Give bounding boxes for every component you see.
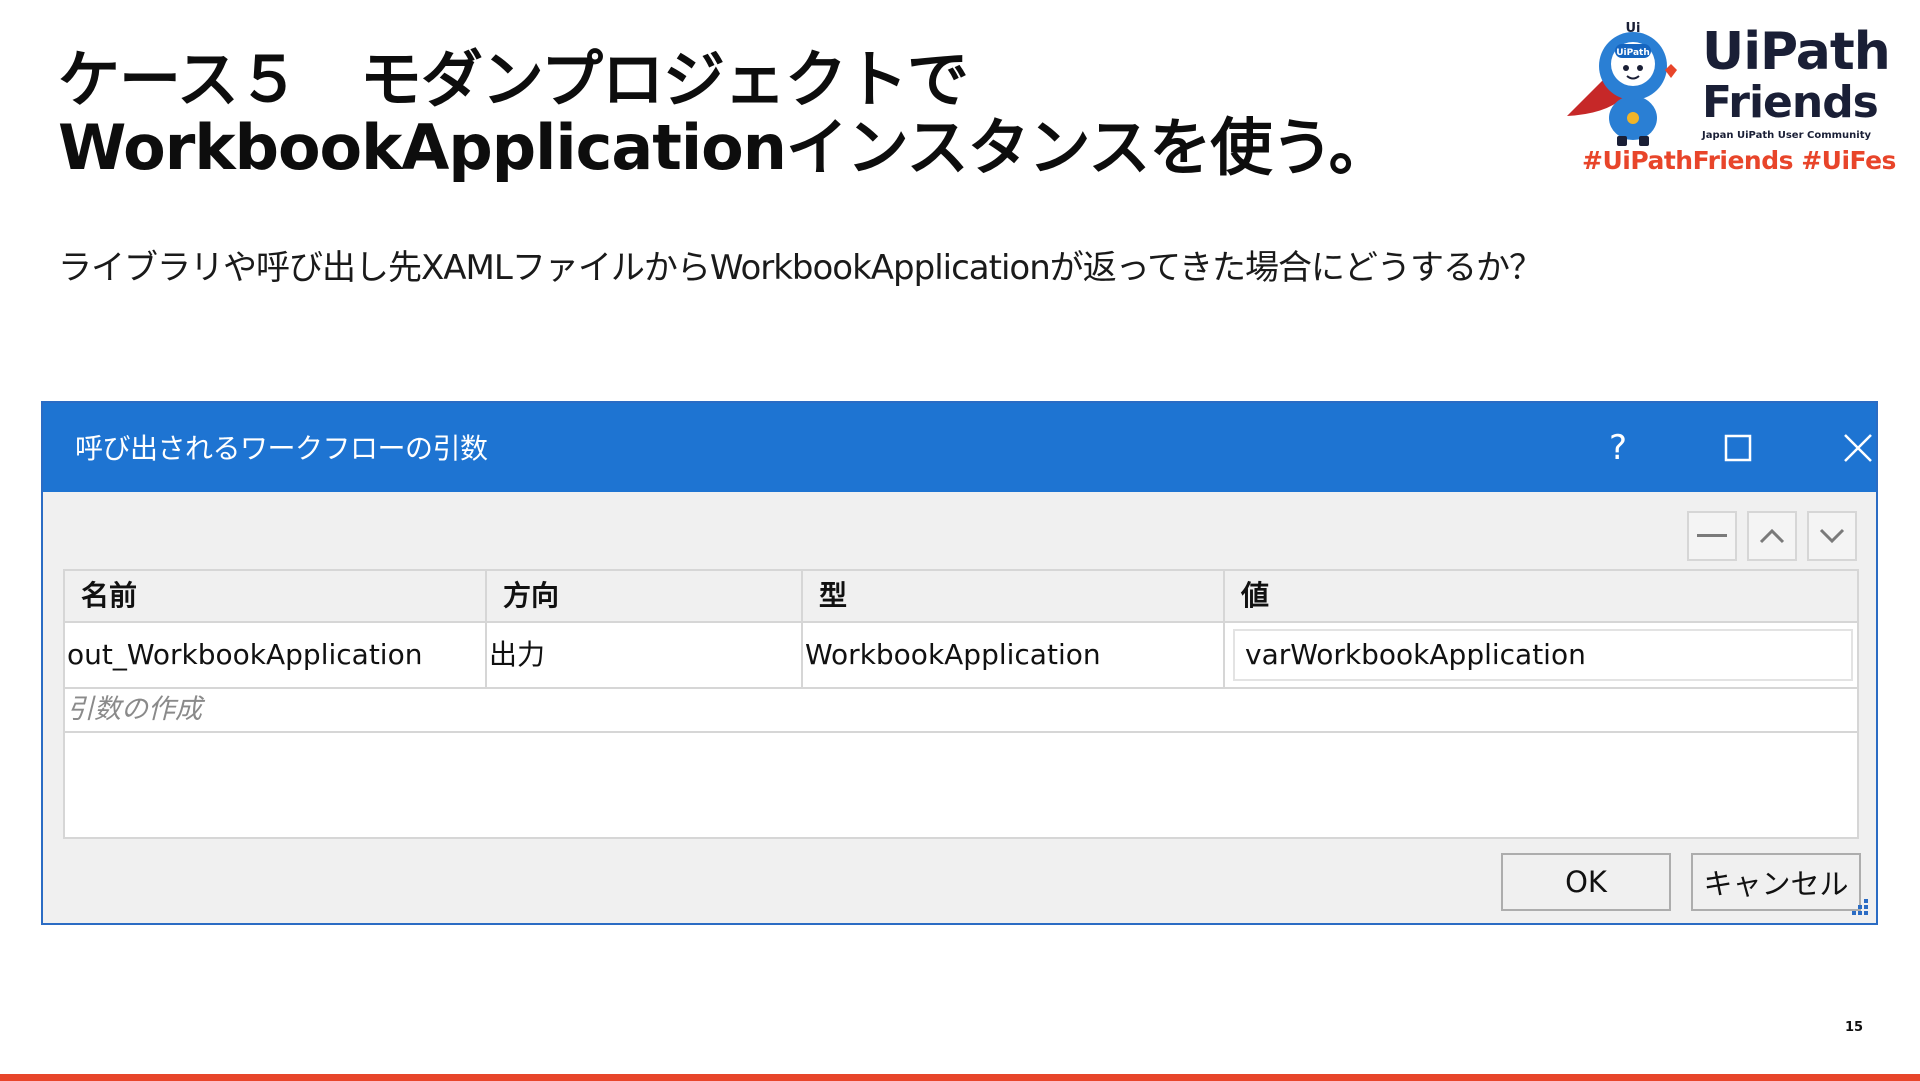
arguments-grid: 名前 方向 型 値 out_WorkbookApplication 出力 Wor… [63, 569, 1859, 839]
move-down-icon [1819, 528, 1845, 544]
bottom-accent-bar [0, 1074, 1920, 1081]
arguments-dialog: 呼び出されるワークフローの引数 ? 名前 方向 型 値 out_Workbook… [41, 401, 1878, 925]
logo-hashtags: #UiPathFriends #UiFes [1582, 146, 1896, 175]
column-header-type[interactable]: 型 [803, 571, 1225, 621]
resize-grip-icon[interactable] [1848, 895, 1870, 917]
uipath-friends-logo: UiPath Ui UiPath Friends Japan UiPath Us… [1560, 18, 1905, 183]
cancel-button[interactable]: キャンセル [1691, 853, 1861, 911]
remove-argument-button[interactable] [1687, 511, 1737, 561]
mascot-badge-text: UiPath [1616, 48, 1650, 58]
move-up-icon [1759, 528, 1785, 544]
mascot-icon: UiPath Ui [1567, 21, 1677, 146]
logo-name-line1: UiPath [1702, 22, 1891, 82]
column-header-direction[interactable]: 方向 [487, 571, 803, 621]
argument-type-cell[interactable]: WorkbookApplication [803, 623, 1225, 687]
slide-subtitle: ライブラリや呼び出し先XAMLファイルからWorkbookApplication… [58, 248, 1543, 288]
create-argument-row[interactable]: 引数の作成 [65, 689, 1857, 733]
slide-title-line2: WorkbookApplicationインスタンスを使う。 [58, 111, 1391, 184]
dialog-titlebar[interactable]: 呼び出されるワークフローの引数 ? [43, 403, 1876, 492]
slide-title-line1: ケース５ モダンプロジェクトで [58, 43, 969, 116]
move-down-button[interactable] [1807, 511, 1857, 561]
argument-value-input[interactable]: varWorkbookApplication [1233, 629, 1853, 681]
help-button[interactable]: ? [1573, 403, 1663, 492]
remove-icon [1697, 534, 1727, 537]
grid-header: 名前 方向 型 値 [65, 571, 1857, 623]
move-up-button[interactable] [1747, 511, 1797, 561]
logo-ui-mark: Ui [1625, 21, 1640, 36]
logo-name-line2: Friends [1702, 77, 1879, 128]
ok-button[interactable]: OK [1501, 853, 1671, 911]
logo-community: Japan UiPath User Community [1702, 130, 1871, 141]
column-header-value[interactable]: 値 [1225, 571, 1857, 621]
close-icon [1844, 433, 1872, 462]
help-icon: ? [1608, 427, 1628, 468]
dialog-title: 呼び出されるワークフローの引数 [75, 432, 488, 465]
table-row[interactable]: out_WorkbookApplication 出力 WorkbookAppli… [65, 623, 1857, 689]
maximize-button[interactable] [1693, 403, 1783, 492]
page-number: 15 [1845, 1020, 1864, 1035]
column-header-name[interactable]: 名前 [65, 571, 487, 621]
maximize-icon [1724, 434, 1752, 461]
slide-title: ケース５ モダンプロジェクトで WorkbookApplicationインスタン… [58, 43, 1391, 184]
argument-direction-cell[interactable]: 出力 [487, 623, 803, 687]
argument-name-cell[interactable]: out_WorkbookApplication [65, 623, 487, 687]
close-button[interactable] [1813, 403, 1903, 492]
